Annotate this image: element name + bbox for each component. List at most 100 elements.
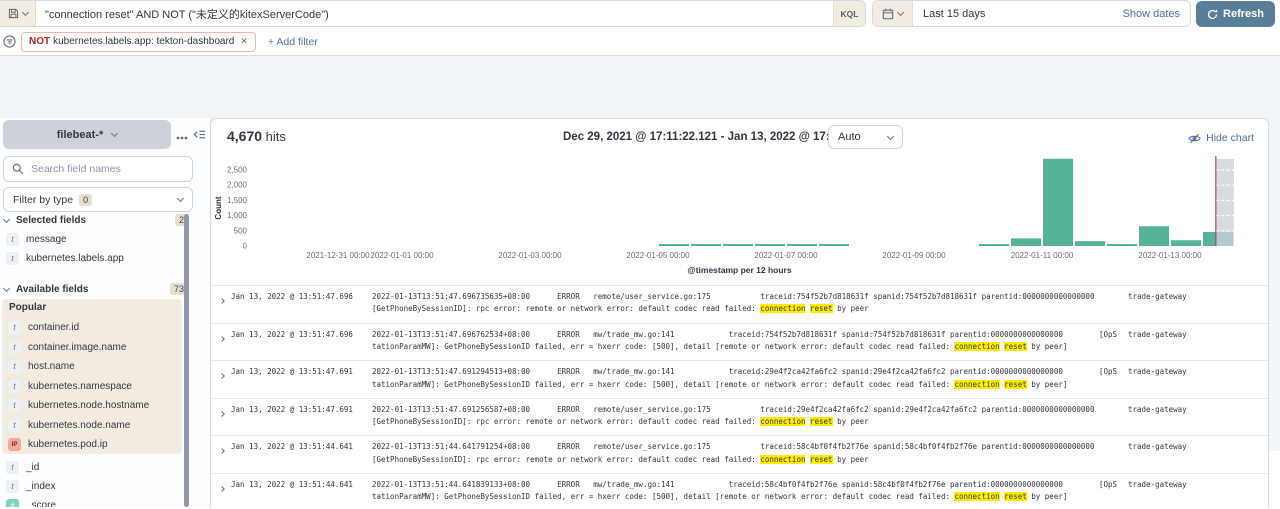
date-picker-quick-menu[interactable]: [873, 1, 913, 26]
doc-table-row: Jan 13, 2022 @ 13:51:47.6962022-01-13T13…: [211, 285, 1268, 323]
selected-fields-header[interactable]: Selected fields 2: [4, 212, 188, 228]
field-name: container.id: [28, 322, 79, 333]
text-field-type-icon: t: [8, 399, 21, 412]
doc-app-label: trade-gateway: [1128, 479, 1187, 491]
popular-fields-section: Popular tcontainer.idtcontainer.image.na…: [2, 299, 182, 454]
sidebar-scrollbar[interactable]: [184, 214, 189, 507]
text-field-type-icon: t: [6, 252, 19, 265]
search-field-names-input[interactable]: Search field names: [3, 156, 193, 182]
field-item-_index[interactable]: t_index: [0, 477, 184, 496]
text-field-type-icon: t: [6, 461, 19, 474]
expand-row-icon[interactable]: [220, 445, 224, 457]
selected-fields-list: tmessage t kubernetes.labels.app: [0, 230, 184, 268]
histogram-bar[interactable]: [755, 244, 785, 246]
histogram-bar[interactable]: [723, 244, 753, 246]
field-item-host.name[interactable]: thost.name: [2, 357, 182, 377]
remove-filter-icon[interactable]: ✕: [240, 36, 248, 47]
field-name: _index: [26, 481, 55, 492]
field-item-kubernetes.node.name[interactable]: tkubernetes.node.name: [2, 416, 182, 436]
histogram-bar[interactable]: [819, 244, 849, 246]
query-input-group: "connection reset" AND NOT ("未定义的kitexSe…: [0, 0, 866, 27]
filter-bar: NOTkubernetes.labels.app: tekton-dashboa…: [0, 28, 1280, 56]
field-item-container.image.name[interactable]: tcontainer.image.name: [2, 338, 182, 358]
kql-syntax-badge[interactable]: KQL: [833, 1, 865, 26]
discover-results-panel: 4,670 hits Dec 29, 2021 @ 17:11:22.121 -…: [210, 118, 1269, 508]
field-item-_id[interactable]: t _id: [0, 458, 184, 477]
doc-timestamp: Jan 13, 2022 @ 13:51:47.691: [231, 366, 353, 378]
chevron-down-icon: [177, 195, 184, 202]
number-field-type-icon: #: [6, 499, 19, 507]
hide-chart-button[interactable]: Hide chart: [1188, 132, 1254, 144]
show-dates-button[interactable]: Show dates: [1123, 8, 1190, 20]
calendar-icon: [882, 8, 894, 20]
hits-count: 4,670: [227, 128, 262, 144]
available-fields-title: Available fields: [16, 284, 88, 295]
expand-row-icon[interactable]: [220, 483, 224, 495]
more-options-icon[interactable]: [176, 131, 188, 143]
field-name: kubernetes.namespace: [28, 381, 132, 392]
index-pattern-switcher[interactable]: filebeat-*: [3, 120, 171, 149]
doc-app-label: trade-gateway: [1128, 404, 1187, 416]
interval-select[interactable]: Auto: [828, 125, 903, 149]
save-icon: [8, 8, 19, 19]
field-item-kubernetes.node.hostname[interactable]: t kubernetes.node.hostname: [2, 396, 182, 416]
selected-fields-title: Selected fields: [16, 215, 86, 226]
expand-row-icon[interactable]: [220, 408, 224, 420]
field-item-_score[interactable]: # _score: [0, 496, 184, 507]
field-name: kubernetes.node.name: [28, 420, 130, 431]
search-placeholder: Search field names: [31, 163, 121, 175]
expand-row-icon[interactable]: [220, 295, 224, 307]
chevron-down-icon: [3, 284, 10, 291]
doc-message: 2022-01-13T13:51:47.696735635+08:00 ERRO…: [372, 291, 1122, 316]
field-name: kubernetes.node.hostname: [28, 400, 149, 411]
collapse-sidebar-icon[interactable]: [193, 128, 206, 144]
histogram-bar[interactable]: [1107, 244, 1137, 246]
histogram-bar[interactable]: [787, 244, 817, 246]
histogram-bar[interactable]: [691, 244, 721, 246]
filter-pill[interactable]: NOTkubernetes.labels.app: tekton-dashboa…: [21, 32, 256, 52]
search-icon: [12, 163, 24, 175]
doc-message: 2022-01-13T13:51:44.641791254+08:00 ERRO…: [372, 441, 1122, 466]
field-item-kubernetes.labels.app[interactable]: t kubernetes.labels.app: [0, 249, 184, 268]
doc-app-label: trade-gateway: [1128, 441, 1187, 453]
refresh-button[interactable]: Refresh: [1196, 1, 1275, 27]
eye-slash-icon: [1188, 133, 1201, 144]
chevron-down-icon: [887, 132, 894, 139]
field-item-kubernetes.namespace[interactable]: t kubernetes.namespace: [2, 377, 182, 397]
filter-pill-list: NOTkubernetes.labels.app: tekton-dashboa…: [16, 32, 256, 52]
field-name: _id: [26, 462, 39, 473]
doc-table-row: Jan 13, 2022 @ 13:51:47.6962022-01-13T13…: [211, 323, 1268, 361]
histogram-chart[interactable]: 05001,0001,5002,0002,5002021-12-31 00:00…: [211, 147, 1268, 282]
field-name: kubernetes.labels.app: [26, 253, 124, 264]
chevron-down-icon: [21, 9, 28, 16]
add-filter-button[interactable]: + Add filter: [268, 36, 318, 48]
expand-row-icon[interactable]: [220, 333, 224, 345]
doc-message: 2022-01-13T13:51:44.641839133+08:00 ERRO…: [372, 479, 1122, 504]
doc-timestamp: Jan 13, 2022 @ 13:51:44.641: [231, 441, 353, 453]
hits-label: hits: [266, 129, 286, 144]
histogram-bar[interactable]: [1011, 238, 1041, 246]
saved-query-menu-button[interactable]: [0, 1, 36, 26]
time-range-value[interactable]: Last 15 days: [913, 8, 1123, 20]
hide-chart-label: Hide chart: [1206, 132, 1254, 144]
kql-query-input[interactable]: "connection reset" AND NOT ("未定义的kitexSe…: [36, 6, 833, 22]
field-name: _score: [26, 500, 56, 507]
histogram-bar[interactable]: [979, 244, 1009, 246]
field-name: host.name: [28, 361, 75, 372]
text-field-type-icon: t: [8, 341, 21, 354]
text-field-type-icon: t: [8, 380, 21, 393]
chevron-down-icon: [897, 9, 904, 16]
field-item-message[interactable]: tmessage: [0, 230, 184, 249]
refresh-label: Refresh: [1223, 8, 1264, 20]
histogram-bar[interactable]: [1139, 226, 1169, 246]
available-fields-header[interactable]: Available fields 73: [4, 281, 188, 297]
field-item-kubernetes.pod.ip[interactable]: IPkubernetes.pod.ip: [2, 435, 182, 455]
filters-menu-icon[interactable]: [3, 35, 16, 48]
histogram-bar[interactable]: [1171, 240, 1201, 246]
filter-by-type-dropdown[interactable]: Filter by type 0: [3, 187, 193, 212]
expand-row-icon[interactable]: [220, 370, 224, 382]
histogram-bar[interactable]: [659, 244, 689, 246]
field-item-container.id[interactable]: tcontainer.id: [2, 318, 182, 338]
histogram-bar[interactable]: [1075, 241, 1105, 246]
histogram-bar[interactable]: [1043, 159, 1073, 246]
